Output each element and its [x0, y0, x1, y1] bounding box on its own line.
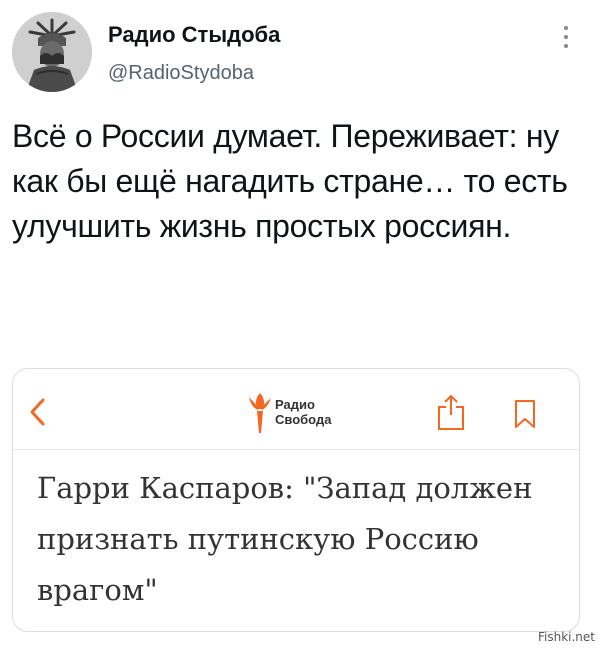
chevron-left-icon[interactable] [27, 397, 49, 427]
more-options-icon[interactable] [558, 24, 574, 50]
avatar[interactable] [12, 12, 92, 92]
author-display-name[interactable]: Радио Стыдоба [108, 22, 280, 48]
bookmark-icon[interactable] [513, 399, 537, 429]
logo-line-1: Радио [275, 397, 315, 412]
radio-svoboda-logo: Радио Свобода [245, 389, 365, 437]
article-headline[interactable]: Гарри Каспаров: "Запад должен признать п… [37, 463, 567, 616]
card-app-bar: Радио Свобода [13, 369, 579, 450]
logo-line-2: Свобода [275, 412, 332, 427]
tweet-text: Всё о России думает. Переживает: ну как … [12, 118, 568, 244]
share-icon[interactable] [436, 393, 466, 431]
author-handle[interactable]: @RadioStydoba [108, 62, 254, 85]
radio-svoboda-logo-text: Радио Свобода [275, 397, 331, 427]
link-card[interactable]: Радио Свобода Гарри Каспаров: "Запад дол… [12, 368, 580, 632]
torch-flame-icon [249, 393, 271, 433]
statue-of-liberty-avatar-image [12, 12, 92, 92]
watermark: Fishki.net [537, 630, 595, 644]
